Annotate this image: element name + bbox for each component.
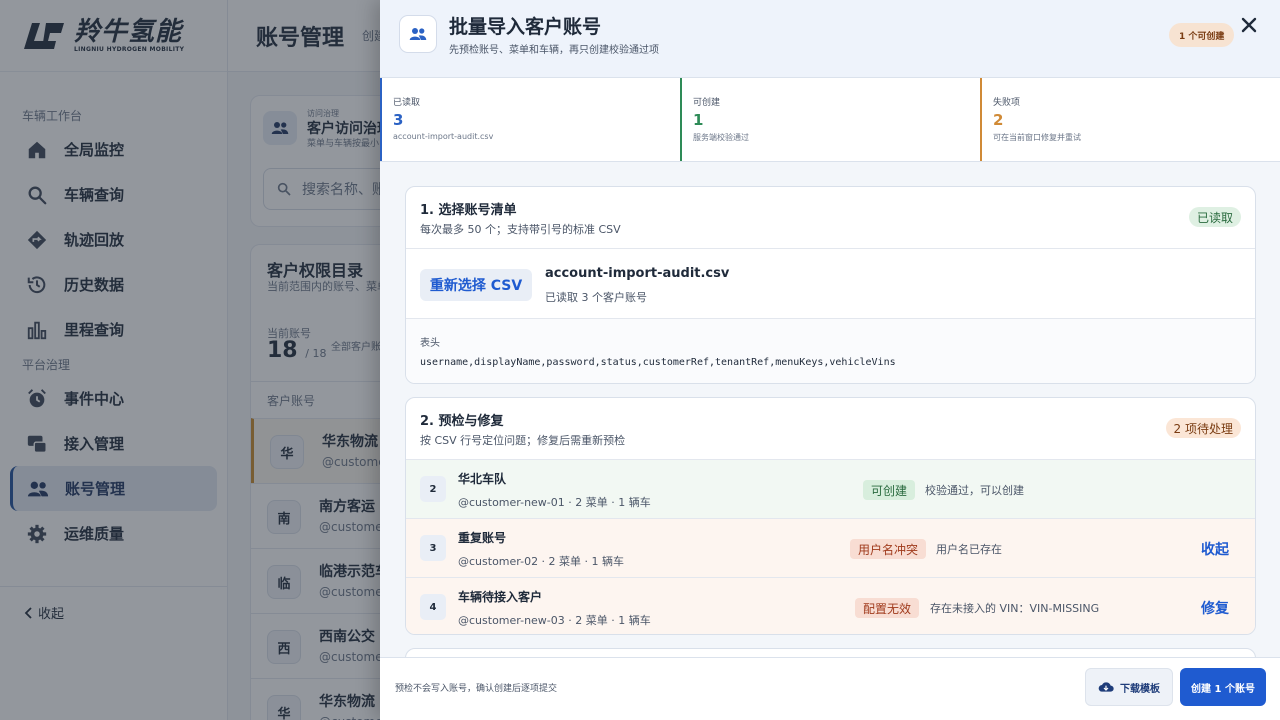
row-message: 存在未接入的 VIN：VIN-MISSING: [930, 602, 1100, 615]
stat-value: 1: [693, 111, 704, 129]
step1-title: 1. 选择账号清单: [420, 203, 517, 218]
row-number: 2: [420, 476, 446, 502]
file-row: 重新选择 CSV account-import-audit.csv 已读取 3 …: [406, 248, 1255, 318]
row-number: 4: [420, 594, 446, 620]
users-icon: [409, 28, 427, 40]
stat-value: 2: [993, 111, 1004, 129]
row-message: 用户名已存在: [936, 543, 1002, 556]
row-meta: @customer-new-03 · 2 菜单 · 1 辆车: [458, 614, 651, 627]
row-number: 3: [420, 535, 446, 561]
drawer-footer: 预检不会写入账号，确认创建后逐项提交 下载模板 创建 1 个账号: [380, 657, 1280, 720]
stat-label: 失败项: [993, 98, 1021, 108]
table-row: 3 重复账号 @customer-02 · 2 菜单 · 1 辆车 用户名冲突 …: [406, 518, 1255, 577]
row-meta: @customer-new-01 · 2 菜单 · 1 辆车: [458, 496, 651, 509]
create-accounts-button[interactable]: 创建 1 个账号: [1180, 668, 1266, 706]
drawer-header: 批量导入客户账号 先预检账号、菜单和车辆，再只创建校验通过项 1 个可创建: [380, 0, 1280, 78]
download-template-button[interactable]: 下载模板: [1085, 668, 1173, 706]
row-fix-button[interactable]: 修复: [1201, 598, 1229, 618]
row-name: 华北车队: [458, 472, 507, 486]
stat-read: 已读取 3 account-import-audit.csv: [380, 78, 680, 161]
row-status-badge: 用户名冲突: [850, 539, 927, 559]
import-stats: 已读取 3 account-import-audit.csv 可创建 1 服务端…: [380, 78, 1280, 162]
batch-import-drawer: 批量导入客户账号 先预检账号、菜单和车辆，再只创建校验通过项 1 个可创建 已读…: [380, 0, 1280, 720]
stat-creatable: 可创建 1 服务端校验通过: [680, 78, 980, 161]
step2-status-badge: 2 项待处理: [1165, 418, 1241, 438]
creatable-count-badge: 1 个可创建: [1169, 23, 1235, 47]
row-status-badge: 配置无效: [855, 598, 920, 618]
stat-note: 可在当前窗口修复并重试: [993, 133, 1081, 142]
close-icon[interactable]: [1238, 14, 1260, 36]
row-name: 车辆待接入客户: [458, 590, 543, 604]
row-name: 重复账号: [458, 531, 507, 545]
stat-note: account-import-audit.csv: [393, 132, 494, 141]
stat-failed: 失败项 2 可在当前窗口修复并重试: [980, 78, 1280, 161]
download-template-label: 下载模板: [1120, 683, 1160, 695]
row-status-badge: 可创建: [863, 480, 916, 500]
reselect-csv-button[interactable]: 重新选择 CSV: [420, 269, 532, 301]
drawer-title: 批量导入客户账号: [449, 16, 602, 38]
stat-label: 可创建: [693, 98, 721, 108]
step2-title: 2. 预检与修复: [420, 414, 504, 429]
step2-subtitle: 按 CSV 行号定位问题；修复后需重新预检: [420, 434, 626, 447]
drawer-subtitle: 先预检账号、菜单和车辆，再只创建校验通过项: [449, 45, 659, 56]
csv-header-label: 表头: [420, 338, 440, 349]
table-row: 4 车辆待接入客户 @customer-new-03 · 2 菜单 · 1 辆车…: [406, 577, 1255, 634]
csv-header-value: username,displayName,password,status,cus…: [420, 357, 896, 368]
step2-precheck: 2. 预检与修复 按 CSV 行号定位问题；修复后需重新预检 2 项待处理 2 …: [405, 397, 1256, 635]
table-row: 2 华北车队 @customer-new-01 · 2 菜单 · 1 辆车 可创…: [406, 459, 1255, 518]
footer-note: 预检不会写入账号，确认创建后逐项提交: [395, 684, 558, 694]
file-name: account-import-audit.csv: [545, 266, 730, 281]
row-message: 校验通过，可以创建: [925, 484, 1024, 497]
step1-status-badge: 已读取: [1188, 207, 1241, 227]
csv-header-box: 表头 username,displayName,password,status,…: [406, 318, 1255, 383]
app-root: 羚牛氢能 LINGNIU HYDROGEN MOBILITY 车辆工作台 全局监…: [0, 0, 1280, 720]
stat-note: 服务端校验通过: [693, 133, 749, 142]
step1-select-file: 1. 选择账号清单 每次最多 50 个；支持带引号的标准 CSV 已读取 重新选…: [405, 186, 1256, 384]
step1-subtitle: 每次最多 50 个；支持带引号的标准 CSV: [420, 223, 621, 236]
drawer-icon-box: [399, 15, 437, 53]
stat-value: 3: [393, 111, 404, 129]
stat-label: 已读取: [393, 98, 421, 108]
cloud-download-icon: [1098, 682, 1114, 692]
row-meta: @customer-02 · 2 菜单 · 1 辆车: [458, 555, 625, 568]
file-read-count: 已读取 3 个客户账号: [545, 291, 647, 304]
row-collapse-button[interactable]: 收起: [1201, 539, 1229, 559]
